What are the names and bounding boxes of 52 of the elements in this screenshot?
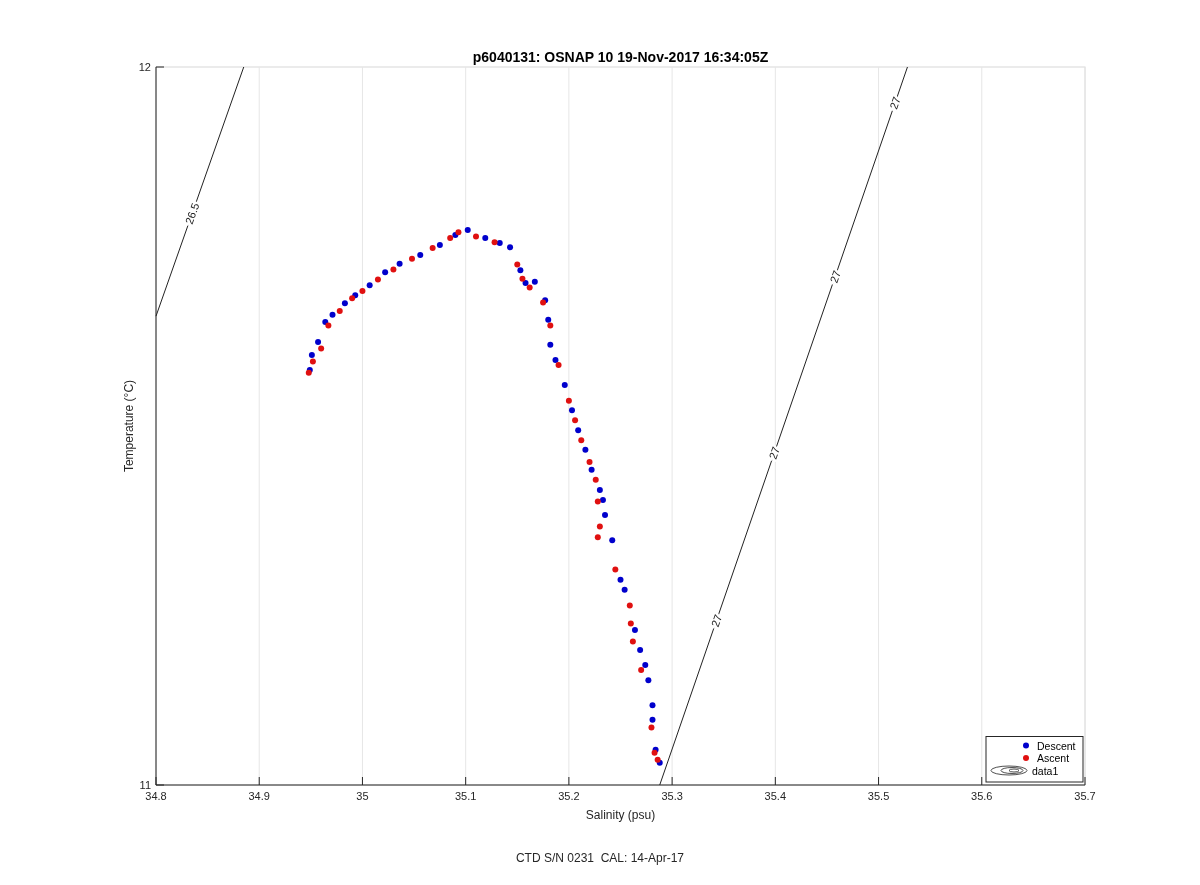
legend-label: Ascent: [1037, 752, 1070, 764]
data-point: [626, 602, 633, 609]
data-point: [617, 576, 624, 583]
contour-label: 27: [887, 95, 903, 111]
data-point: [612, 566, 619, 573]
tick-label: 12: [138, 61, 151, 73]
data-point: [575, 427, 582, 434]
calibration-note: CTD S/N 0231 CAL: 14-Apr-17: [515, 851, 685, 865]
tick-label: 34.8: [145, 790, 167, 802]
y-axis-label: Temperature (°C): [122, 379, 136, 473]
data-point: [547, 341, 554, 348]
legend-label: Descent: [1037, 739, 1076, 752]
contour-label: 26.5: [182, 201, 202, 226]
tick-label: 35.5: [867, 790, 890, 802]
data-point: [596, 486, 603, 493]
tick-label: 34.9: [248, 790, 270, 802]
data-point: [417, 252, 424, 259]
x-axis-label: Salinity (psu): [585, 808, 656, 822]
data-point: [565, 397, 572, 404]
data-point: [609, 537, 616, 544]
data-point: [561, 382, 568, 389]
tick-label: 35.6: [971, 790, 993, 802]
data-point: [409, 255, 415, 262]
data-point: [645, 677, 652, 684]
data-point: [507, 244, 514, 251]
data-point: [464, 227, 471, 233]
tick-label: 35.2: [558, 790, 580, 802]
data-point: [621, 586, 628, 593]
tick-label: 11: [139, 779, 151, 791]
tick-label: 35.7: [1074, 790, 1096, 802]
data-point: [578, 437, 585, 444]
data-point: [592, 476, 599, 483]
chart-title: p6040131: OSNAP 10 19-Nov-2017 16:34:05Z: [472, 49, 769, 65]
contour-label: 27: [827, 268, 843, 285]
data-point: [572, 417, 579, 424]
data-point: [473, 233, 479, 240]
data-point: [582, 446, 589, 453]
contour-label: 27: [766, 445, 782, 461]
data-point: [596, 523, 603, 530]
data-point: [569, 407, 575, 414]
contour-label: 27: [708, 612, 725, 629]
tick-label: 35.3: [661, 790, 683, 802]
data-point: [629, 638, 636, 645]
legend-label: data1: [1032, 764, 1059, 777]
data-point: [649, 702, 656, 709]
tick-label: 35: [356, 790, 369, 802]
data-point: [637, 647, 644, 653]
data-point: [482, 234, 489, 241]
tick-label: 35.4: [764, 790, 787, 802]
data-point: [602, 512, 608, 519]
tick-label: 35.1: [454, 790, 477, 802]
data-point: [594, 534, 601, 541]
